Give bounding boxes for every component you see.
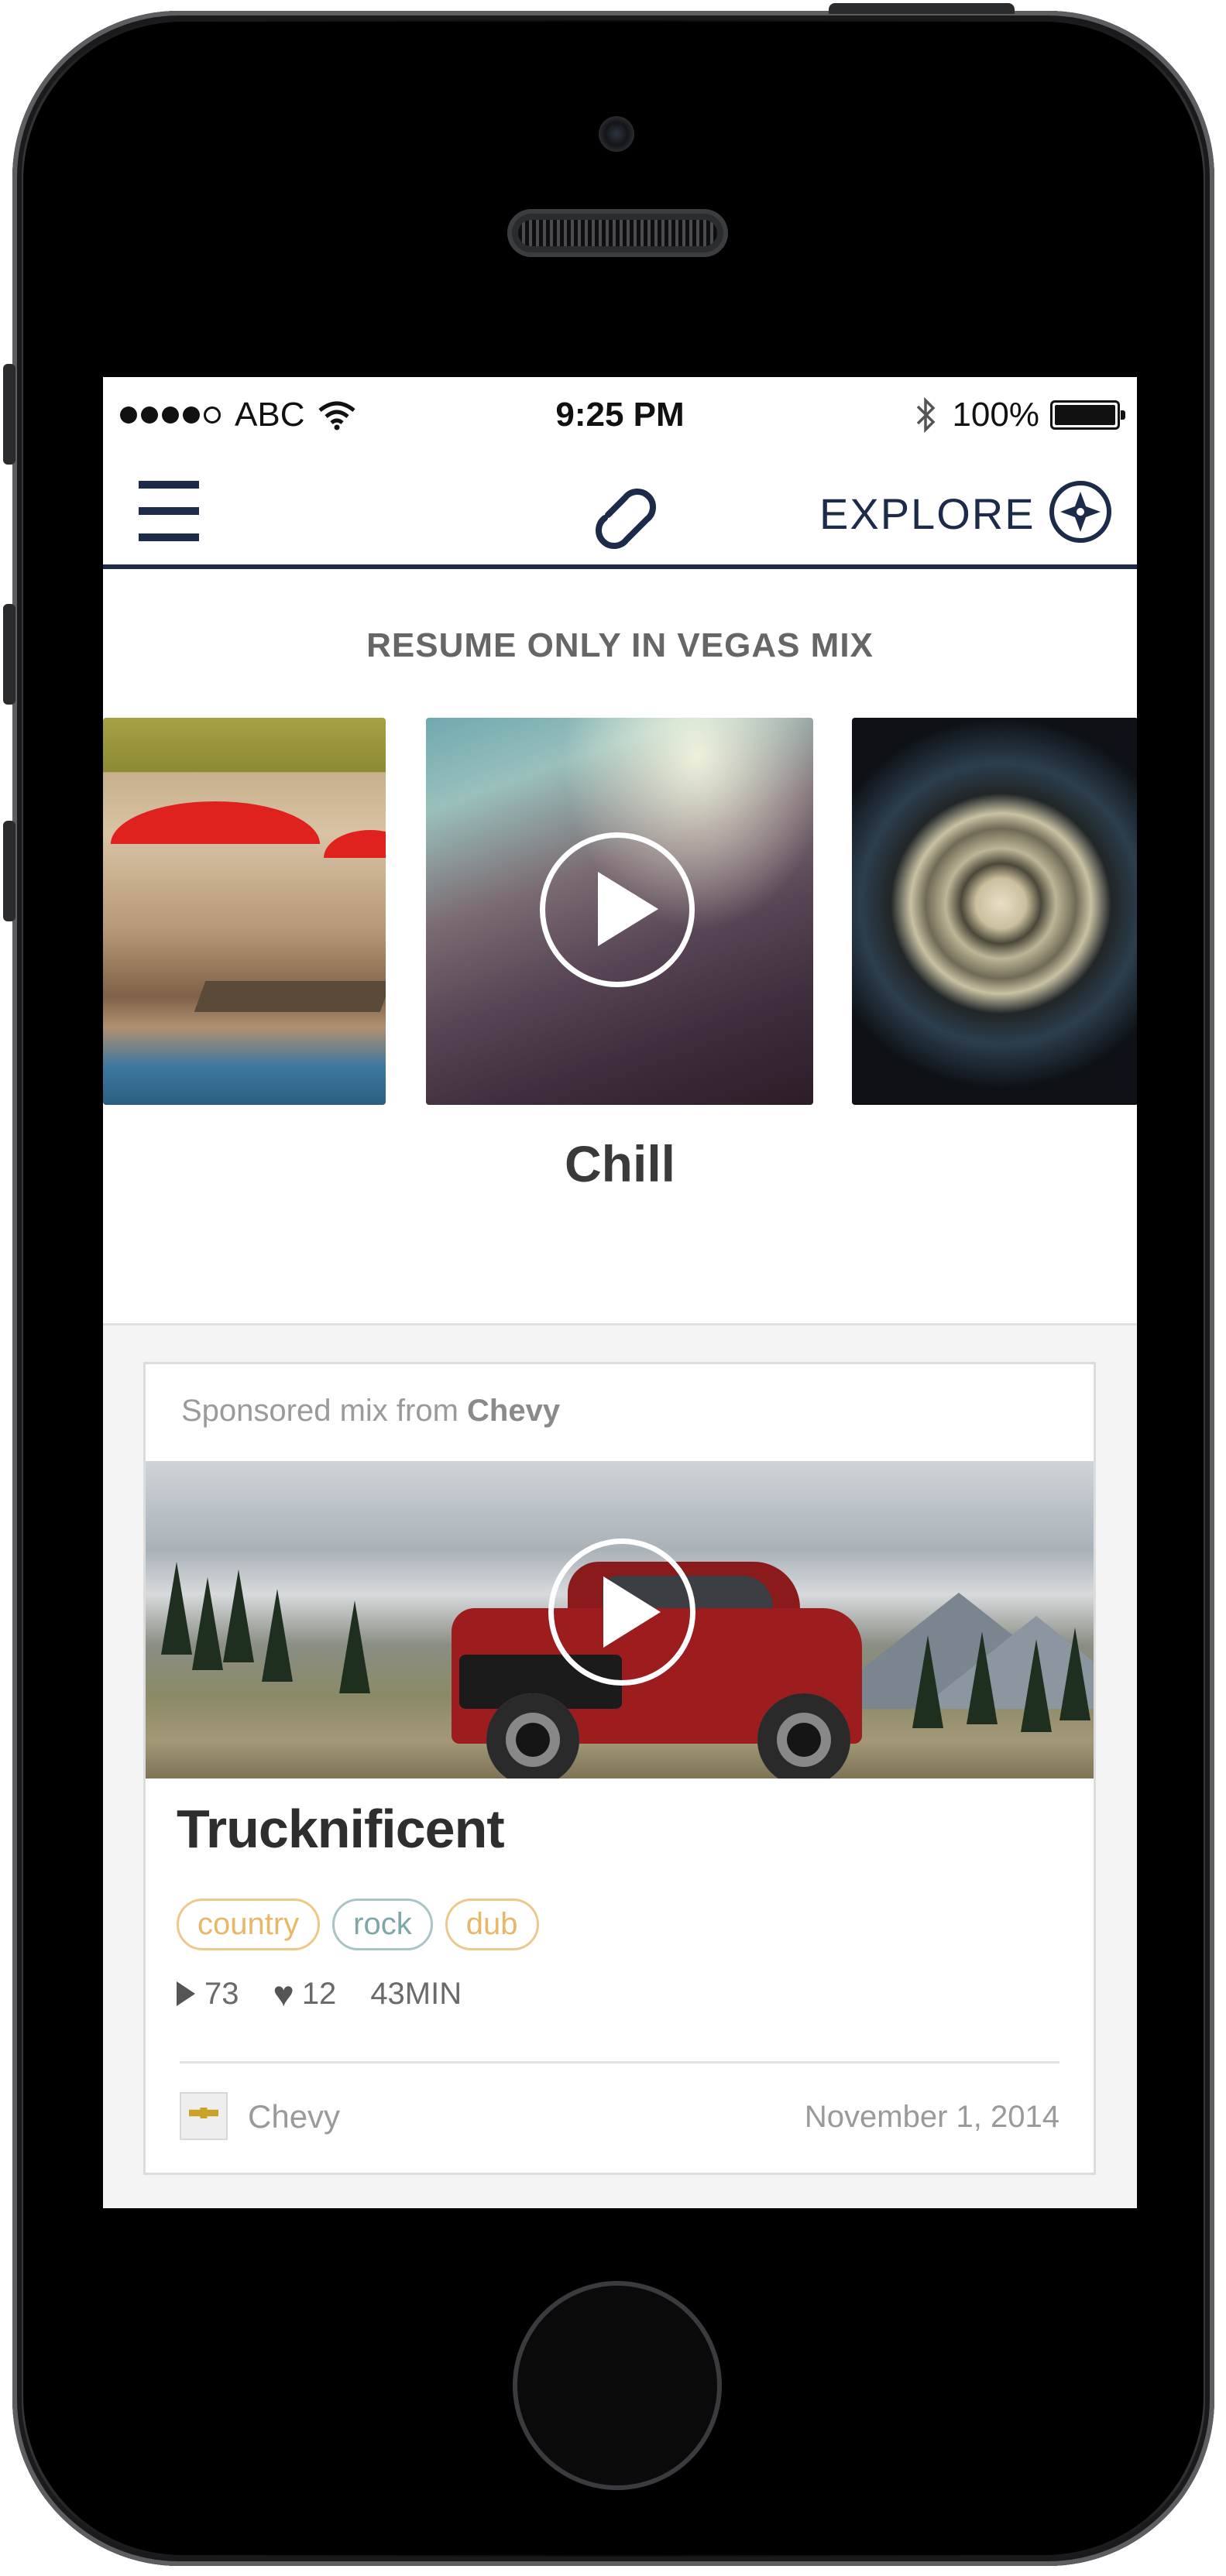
tag-dub[interactable]: dub: [445, 1899, 539, 1950]
play-icon: [598, 872, 658, 946]
battery-percentage: 100%: [952, 396, 1039, 434]
current-mix-name[interactable]: Chill: [103, 1134, 1137, 1193]
truck-wheel: [757, 1693, 850, 1779]
tag-list: country rock dub: [177, 1899, 539, 1950]
status-bar: ABC 9:25 PM 100%: [103, 377, 1137, 454]
mix-cover-current[interactable]: [426, 718, 813, 1105]
explore-button[interactable]: EXPLORE: [819, 489, 1035, 539]
mix-cover-next[interactable]: [852, 718, 1137, 1105]
tree-shape: [1021, 1639, 1052, 1732]
sponsored-label: Sponsored mix from Chevy: [181, 1394, 560, 1429]
tree-shape: [262, 1589, 293, 1682]
chevy-logo-icon[interactable]: [180, 2092, 228, 2140]
speaker-mesh: [518, 220, 717, 246]
mix-cover-image[interactable]: [146, 1461, 1094, 1779]
lounge-chair: [194, 981, 386, 1012]
bowtie-shape: [189, 2108, 218, 2118]
sponsored-prefix: Sponsored mix from: [181, 1394, 458, 1428]
tree-shape: [912, 1635, 943, 1728]
mix-title[interactable]: Trucknificent: [177, 1798, 505, 1860]
tree-shape: [967, 1631, 998, 1724]
play-count-icon: [177, 1981, 195, 2006]
front-camera: [599, 116, 634, 152]
hamburger-menu-icon[interactable]: [139, 481, 201, 541]
play-button[interactable]: [540, 832, 695, 987]
status-right: 100%: [915, 396, 1125, 434]
mix-stats: 73 ♥ 12 43MIN: [177, 1976, 496, 2012]
play-icon: [603, 1576, 661, 1648]
card-divider: [180, 2061, 1059, 2063]
earpiece-speaker: [507, 209, 728, 257]
mute-switch: [3, 364, 15, 465]
tag-country[interactable]: country: [177, 1899, 321, 1950]
8tracks-logo-icon[interactable]: [577, 470, 662, 555]
tree-shape: [192, 1577, 223, 1670]
mix-duration: 43MIN: [370, 1976, 462, 2011]
bluetooth-icon: [917, 397, 936, 433]
author-name[interactable]: Chevy: [248, 2098, 340, 2135]
mix-cover-previous[interactable]: [103, 718, 386, 1105]
like-count: 12: [301, 1976, 337, 2011]
compass-icon[interactable]: [1048, 479, 1113, 544]
umbrella-shape: [111, 801, 320, 844]
battery-icon: [1050, 400, 1125, 430]
duration-stat: 43MIN: [370, 1977, 462, 2012]
battery-level: [1055, 405, 1115, 425]
volume-up-button: [3, 604, 15, 705]
likes-stat: ♥ 12: [273, 1976, 337, 2012]
tag-rock[interactable]: rock: [332, 1899, 433, 1950]
play-button[interactable]: [548, 1538, 695, 1686]
power-button: [829, 3, 1015, 14]
nav-bar: EXPLORE: [103, 454, 1137, 569]
app-screen: ABC 9:25 PM 100% EXPLORE RESUME ONLY IN …: [103, 377, 1137, 2208]
truck-wheel: [486, 1693, 579, 1779]
resume-mix-title: RESUME ONLY IN VEGAS MIX: [366, 626, 874, 664]
heart-icon: ♥: [273, 1974, 294, 2014]
plays-stat: 73: [177, 1977, 239, 2012]
umbrella-shape: [324, 830, 386, 858]
tree-shape: [223, 1569, 254, 1662]
tree-shape: [161, 1562, 192, 1655]
play-count: 73: [204, 1976, 239, 2011]
sponsor-brand[interactable]: Chevy: [467, 1394, 560, 1428]
tree-shape: [339, 1600, 370, 1693]
home-button[interactable]: [513, 2281, 722, 2490]
volume-down-button: [3, 821, 15, 921]
section-divider: [103, 1323, 1137, 1326]
sponsored-mix-card[interactable]: Sponsored mix from Chevy Trucknificent c…: [143, 1362, 1096, 2175]
tree-shape: [1059, 1628, 1090, 1720]
mix-date: November 1, 2014: [804, 2100, 1059, 2134]
